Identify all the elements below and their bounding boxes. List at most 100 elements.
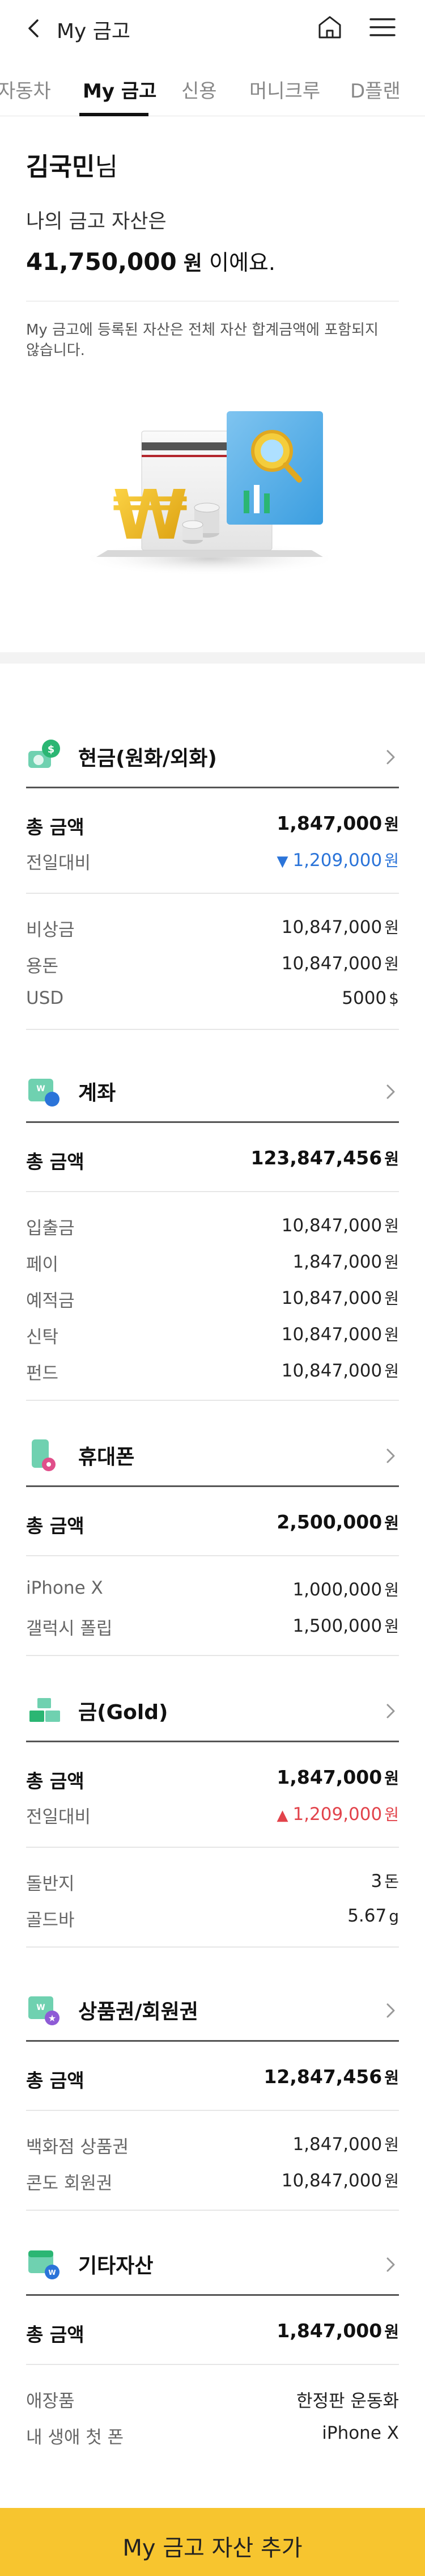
total-value: 1,847,000 원 — [277, 812, 399, 834]
card-title: 기타자산 — [78, 2254, 154, 2278]
total-row: 총 금액 1,847,000 원 — [26, 1766, 399, 1792]
category-tabs: 자동차 My 금고 신용 머니크루 D플랜 — [0, 65, 425, 116]
asset-total: 41,750,000 원 이에요. — [26, 245, 275, 276]
divider — [26, 1555, 399, 1556]
user-name: 김국민 — [26, 153, 95, 181]
home-icon[interactable] — [315, 12, 345, 42]
page-title: My 금고 — [57, 20, 131, 43]
add-asset-button-label: My 금고 자산 추가 — [122, 2535, 303, 2561]
active-tab-indicator — [79, 113, 148, 116]
divider — [26, 301, 399, 302]
card-header[interactable]: W 계좌 — [26, 1061, 399, 1123]
asset-card-voucher: W ★ 상품권/회원권 총 금액 12,847,456 원 백화점 상품권 1,84… — [26, 1979, 399, 2211]
list-item: 백화점 상품권 1,847,000 원 — [26, 2134, 399, 2157]
vault-illustration: ₩ — [79, 411, 340, 576]
change-label: 전일대비 — [26, 853, 91, 873]
svg-text:W: W — [36, 1084, 45, 1093]
list-item: 비상금 10,847,000 원 — [26, 917, 399, 940]
account-icon: W — [28, 1079, 60, 1107]
change-row: 전일대비 ▼ 1,209,000 원 — [26, 841, 399, 877]
list-item: 콘도 회원권 10,847,000 원 — [26, 2170, 399, 2194]
list-item: 돌반지 3 돈 — [26, 1871, 399, 1894]
total-label: 총 금액 — [26, 816, 84, 838]
card-title: 휴대폰 — [78, 1446, 135, 1469]
divider — [26, 2110, 399, 2111]
app-header: My 금고 — [0, 0, 425, 57]
asset-total-value: 41,750,000 — [26, 248, 177, 276]
divider — [26, 893, 399, 894]
chevron-right-icon[interactable] — [382, 1701, 399, 1721]
chevron-right-icon[interactable] — [382, 1446, 399, 1466]
chevron-right-icon[interactable] — [382, 2255, 399, 2274]
tab-d-plan[interactable]: D플랜 — [350, 75, 401, 103]
list-item: 갤럭시 폴립 1,500,000 원 — [26, 1616, 399, 1639]
asset-card-cash: $ 현금(원화/외화) 총 금액 1,847,000 원 전일대비 ▼ 1,209,… — [26, 726, 399, 1030]
gold-icon — [29, 1698, 60, 1722]
list-item: 골드바 5.67 g — [26, 1906, 399, 1931]
asset-card-etc: W 기타자산 총 금액 1,847,000 원 애장품 한정판 운동화 내 생애 첫… — [26, 2233, 399, 2451]
svg-text:★: ★ — [48, 2013, 56, 2024]
total-row: 총 금액 1,847,000 원 — [26, 804, 399, 841]
total-row: 총 금액 2,500,000 원 — [26, 1511, 399, 1537]
card-header[interactable]: 휴대폰 — [26, 1425, 399, 1487]
add-asset-button[interactable]: My 금고 자산 추가 — [0, 2508, 425, 2576]
chevron-right-icon[interactable] — [382, 2001, 399, 2020]
tab-my-vault[interactable]: My 금고 — [83, 75, 156, 103]
asset-card-account: W 계좌 총 금액 123,847,456 원 입출금 10,847,000 원 페이… — [26, 1061, 399, 1401]
chevron-right-icon[interactable] — [382, 748, 399, 767]
hamburger-menu-icon[interactable] — [368, 15, 397, 40]
etc-asset-icon: W — [28, 2250, 60, 2279]
phone-icon — [32, 1439, 56, 1471]
up-triangle-icon: ▲ — [277, 1807, 288, 1824]
change-value: ▼ 1,209,000 원 — [277, 850, 399, 871]
section-gap — [0, 652, 425, 664]
asset-card-phone: 휴대폰 총 금액 2,500,000 원 iPhone X 1,000,000 원 갤… — [26, 1425, 399, 1656]
asset-total-suffix: 이에요. — [202, 250, 275, 275]
asset-total-unit: 원 — [183, 252, 202, 275]
card-header[interactable]: W 기타자산 — [26, 2233, 399, 2296]
divider — [26, 1191, 399, 1192]
svg-text:$: $ — [48, 744, 55, 755]
back-arrow-icon[interactable] — [23, 17, 45, 40]
divider — [26, 2364, 399, 2365]
list-item: 신탁 10,847,000 원 — [26, 1324, 399, 1348]
asset-card-gold: 금(Gold) 총 금액 1,847,000 원 전일대비 ▲ 1,209,000 원… — [26, 1680, 399, 1948]
list-item: 내 생애 첫 폰 iPhone X — [26, 2423, 399, 2448]
card-title: 계좌 — [78, 1082, 116, 1105]
change-row: 전일대비 ▲ 1,209,000 원 — [26, 1804, 399, 1827]
divider — [26, 1655, 399, 1656]
card-title: 금(Gold) — [78, 1701, 168, 1724]
list-item: 페이 1,847,000 원 — [26, 1252, 399, 1275]
svg-text:W: W — [48, 2269, 56, 2277]
card-header[interactable]: W ★ 상품권/회원권 — [26, 1979, 399, 2042]
down-triangle-icon: ▼ — [277, 853, 288, 870]
card-header[interactable]: 금(Gold) — [26, 1680, 399, 1742]
asset-intro-text: 나의 금고 자산은 — [26, 210, 167, 233]
tab-money-crew[interactable]: 머니크루 — [249, 75, 320, 103]
tab-car[interactable]: 자동차 — [0, 75, 51, 103]
divider — [26, 1400, 399, 1401]
cash-icon: $ — [28, 740, 60, 768]
list-item: USD 5000 $ — [26, 988, 399, 1008]
card-header[interactable]: $ 현금(원화/외화) — [26, 726, 399, 788]
user-name-suffix: 님 — [95, 153, 118, 181]
list-item: 예적금 10,847,000 원 — [26, 1288, 399, 1311]
divider — [26, 1847, 399, 1848]
chevron-right-icon[interactable] — [382, 1082, 399, 1101]
svg-text:W: W — [36, 2003, 45, 2012]
svg-text:₩: ₩ — [113, 476, 188, 555]
total-row: 총 금액 12,847,456 원 — [26, 2066, 399, 2092]
list-item: 펀드 10,847,000 원 — [26, 1361, 399, 1384]
card-title: 현금(원화/외화) — [78, 747, 217, 770]
divider — [26, 1029, 399, 1030]
card-title: 상품권/회원권 — [78, 2000, 198, 2024]
list-item: iPhone X 1,000,000 원 — [26, 1578, 399, 1600]
list-item: 입출금 10,847,000 원 — [26, 1215, 399, 1239]
asset-note: My 금고에 등록된 자산은 전체 자산 합계금액에 포함되지 않습니다. — [26, 322, 379, 359]
total-row: 총 금액 1,847,000 원 — [26, 2320, 399, 2346]
total-row: 총 금액 123,847,456 원 — [26, 1147, 399, 1173]
voucher-icon: W ★ — [28, 1996, 60, 2025]
user-greeting: 김국민님 — [26, 146, 118, 183]
divider — [26, 2210, 399, 2211]
tab-credit[interactable]: 신용 — [181, 75, 217, 103]
